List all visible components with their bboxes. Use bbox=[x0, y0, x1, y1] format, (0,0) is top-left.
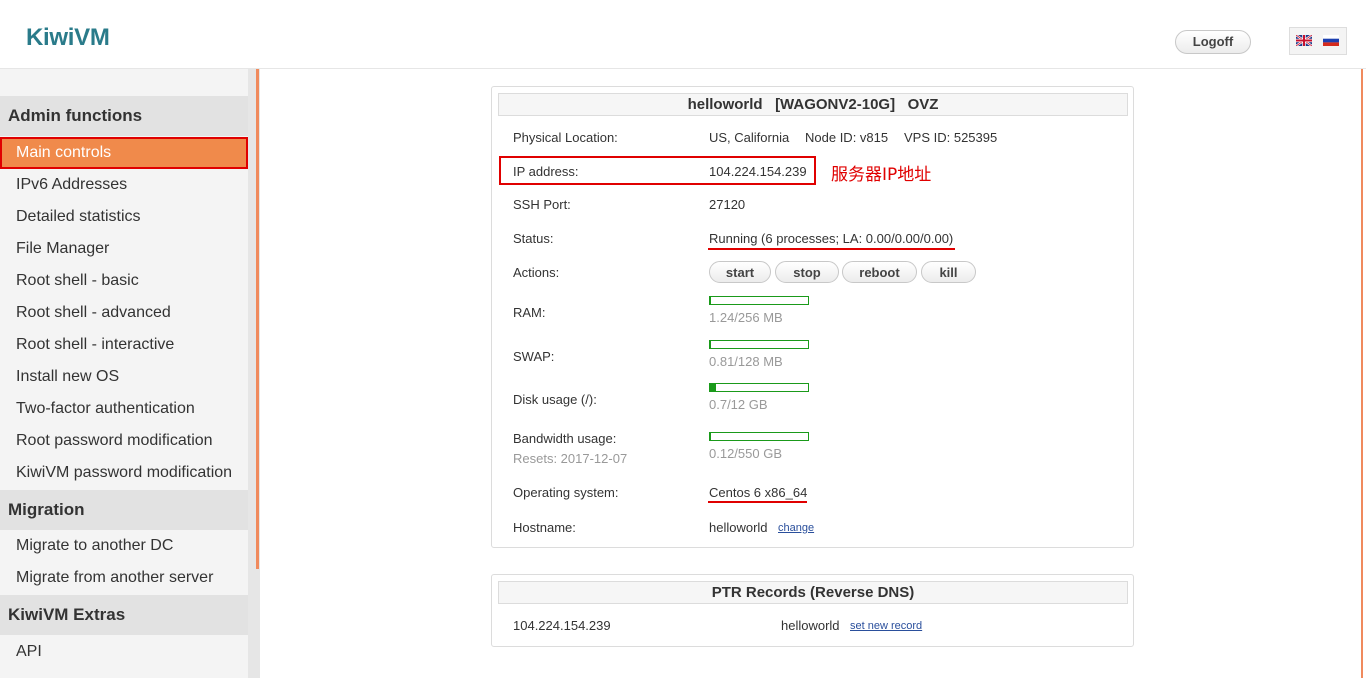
hostname-value: helloworld bbox=[709, 520, 768, 535]
sidebar-item-kiwivm-password[interactable]: KiwiVM password modification bbox=[0, 457, 248, 489]
sidebar-item-api[interactable]: API bbox=[0, 636, 248, 668]
location-value: US, California bbox=[709, 130, 790, 145]
node-id: Node ID: v815 bbox=[805, 130, 889, 145]
ram-label: RAM: bbox=[513, 305, 546, 320]
vps-title: helloworld [WAGONV2-10G] OVZ bbox=[498, 93, 1128, 116]
sidebar-item-root-shell-advanced[interactable]: Root shell - advanced bbox=[0, 297, 248, 329]
reboot-button[interactable]: reboot bbox=[842, 261, 917, 283]
ptr-host: helloworld bbox=[781, 618, 840, 633]
ptr-ip: 104.224.154.239 bbox=[513, 618, 611, 633]
sidebar-item-file-manager[interactable]: File Manager bbox=[0, 233, 248, 265]
location-label: Physical Location: bbox=[513, 130, 618, 145]
russia-flag-icon[interactable] bbox=[1323, 35, 1339, 46]
sidebar-item-migrate-server[interactable]: Migrate from another server bbox=[0, 562, 248, 594]
sidebar-item-ipv6-addresses[interactable]: IPv6 Addresses bbox=[0, 169, 248, 201]
os-value: Centos 6 x86_64 bbox=[709, 485, 808, 500]
stop-button[interactable]: stop bbox=[775, 261, 839, 283]
status-underline bbox=[708, 248, 955, 250]
sidebar-item-root-password[interactable]: Root password modification bbox=[0, 425, 248, 457]
ip-highlight-box bbox=[499, 156, 816, 185]
ptr-records-panel: PTR Records (Reverse DNS) 104.224.154.23… bbox=[491, 574, 1134, 647]
language-switcher bbox=[1289, 27, 1347, 55]
sidebar-item-migrate-dc[interactable]: Migrate to another DC bbox=[0, 530, 248, 562]
uk-flag-icon[interactable] bbox=[1296, 35, 1312, 46]
disk-label: Disk usage (/): bbox=[513, 392, 597, 407]
bandwidth-label: Bandwidth usage: bbox=[513, 431, 617, 446]
hostname-change-link[interactable]: change bbox=[778, 522, 814, 534]
bandwidth-usage-bar bbox=[709, 432, 809, 441]
bandwidth-resets: Resets: 2017-12-07 bbox=[513, 451, 628, 466]
ssh-port-value: 27120 bbox=[709, 197, 746, 212]
sidebar-scrollbar-thumb[interactable] bbox=[256, 69, 259, 569]
start-button[interactable]: start bbox=[709, 261, 771, 283]
sidebar-item-detailed-statistics[interactable]: Detailed statistics bbox=[0, 201, 248, 233]
os-underline bbox=[708, 501, 807, 503]
hostname-label: Hostname: bbox=[513, 520, 576, 535]
disk-usage-text: 0.7/12 GB bbox=[709, 397, 768, 412]
ram-usage-bar bbox=[709, 296, 809, 305]
ip-annotation-text: 服务器IP地址 bbox=[831, 165, 932, 185]
swap-label: SWAP: bbox=[513, 349, 555, 364]
section-kiwivm-extras: KiwiVM Extras bbox=[0, 595, 248, 635]
vps-id: VPS ID: 525395 bbox=[904, 130, 998, 145]
section-admin-functions: Admin functions bbox=[0, 96, 248, 136]
swap-usage-text: 0.81/128 MB bbox=[709, 354, 783, 369]
disk-usage-bar bbox=[709, 383, 809, 392]
actions-label: Actions: bbox=[513, 265, 560, 280]
top-header: KiwiVM Logoff bbox=[0, 0, 1366, 69]
ptr-title: PTR Records (Reverse DNS) bbox=[498, 581, 1128, 604]
section-migration: Migration bbox=[0, 490, 248, 530]
set-new-record-link[interactable]: set new record bbox=[850, 620, 922, 632]
ssh-port-label: SSH Port: bbox=[513, 197, 571, 212]
swap-usage-bar bbox=[709, 340, 809, 349]
logoff-button[interactable]: Logoff bbox=[1175, 30, 1251, 54]
os-label: Operating system: bbox=[513, 485, 619, 500]
sidebar-item-root-shell-basic[interactable]: Root shell - basic bbox=[0, 265, 248, 297]
bandwidth-usage-text: 0.12/550 GB bbox=[709, 446, 782, 461]
page-scrollbar[interactable] bbox=[1361, 69, 1363, 678]
sidebar-item-main-controls[interactable]: Main controls bbox=[0, 137, 248, 169]
status-value: Running (6 processes; LA: 0.00/0.00/0.00… bbox=[709, 231, 954, 246]
kiwivm-logo[interactable]: KiwiVM bbox=[26, 24, 110, 52]
sidebar-item-install-new-os[interactable]: Install new OS bbox=[0, 361, 248, 393]
ram-usage-text: 1.24/256 MB bbox=[709, 310, 783, 325]
sidebar-item-two-factor-auth[interactable]: Two-factor authentication bbox=[0, 393, 248, 425]
status-label: Status: bbox=[513, 231, 554, 246]
kill-button[interactable]: kill bbox=[921, 261, 976, 283]
sidebar-item-root-shell-interactive[interactable]: Root shell - interactive bbox=[0, 329, 248, 361]
